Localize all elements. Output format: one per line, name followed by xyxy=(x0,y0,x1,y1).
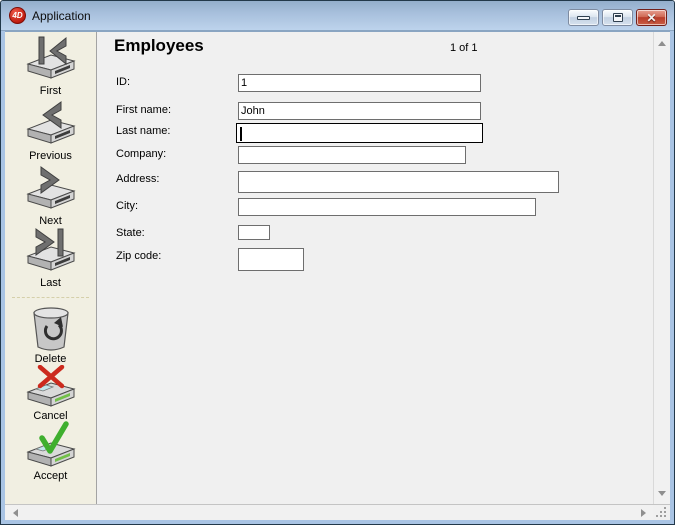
up-arrow-icon xyxy=(658,41,666,46)
accept-button[interactable]: Accept xyxy=(5,421,96,482)
cancel-icon xyxy=(25,365,77,409)
last-name-label: Last name: xyxy=(116,125,170,137)
address-input[interactable] xyxy=(238,171,559,193)
state-label: State: xyxy=(116,227,145,239)
application-window: 4D Application ✕ xyxy=(0,0,675,525)
next-record-icon xyxy=(25,164,77,214)
resize-grip-icon xyxy=(664,515,666,517)
scroll-left-arrow[interactable] xyxy=(7,505,23,520)
vertical-scrollbar[interactable] xyxy=(653,32,670,504)
city-label: City: xyxy=(116,200,138,212)
delete-record-icon xyxy=(28,304,74,352)
window-controls: ✕ xyxy=(568,9,667,26)
next-record-button[interactable]: Next xyxy=(5,164,96,227)
delete-record-label: Delete xyxy=(5,353,96,365)
title-bar[interactable]: 4D Application ✕ xyxy=(1,1,674,31)
right-arrow-icon xyxy=(641,509,646,517)
first-record-label: First xyxy=(5,85,96,97)
first-name-input[interactable] xyxy=(238,102,481,120)
first-record-icon xyxy=(25,34,77,84)
horizontal-scrollbar[interactable] xyxy=(5,504,653,520)
previous-record-button[interactable]: Previous xyxy=(5,99,96,162)
minimize-icon xyxy=(577,16,590,20)
record-counter: 1 of 1 xyxy=(450,42,478,54)
text-caret xyxy=(240,127,242,141)
city-input[interactable] xyxy=(238,198,536,216)
scroll-up-arrow[interactable] xyxy=(654,35,670,51)
scroll-right-arrow[interactable] xyxy=(635,505,651,520)
minimize-button[interactable] xyxy=(568,9,599,26)
last-record-icon xyxy=(25,226,77,276)
down-arrow-icon xyxy=(658,491,666,496)
resize-grip[interactable] xyxy=(653,504,670,520)
maximize-icon xyxy=(613,13,623,22)
close-icon: ✕ xyxy=(646,12,656,24)
company-input[interactable] xyxy=(238,146,466,164)
first-name-label: First name: xyxy=(116,104,171,116)
accept-icon xyxy=(25,421,77,469)
company-label: Company: xyxy=(116,148,166,160)
delete-record-button[interactable]: Delete xyxy=(5,304,96,365)
4d-logo-text: 4D xyxy=(12,11,22,20)
previous-record-label: Previous xyxy=(5,150,96,162)
cancel-button[interactable]: Cancel xyxy=(5,365,96,422)
maximize-button[interactable] xyxy=(602,9,633,26)
window-title: Application xyxy=(32,9,91,23)
scroll-down-arrow[interactable] xyxy=(654,485,670,501)
4d-logo-icon: 4D xyxy=(9,7,26,24)
address-label: Address: xyxy=(116,173,159,185)
id-input[interactable] xyxy=(238,74,481,92)
left-arrow-icon xyxy=(13,509,18,517)
employees-form: Employees 1 of 1 ID: First name: Last na… xyxy=(98,32,653,504)
previous-record-icon xyxy=(25,99,77,149)
record-nav-sidebar: First Previous xyxy=(5,32,97,504)
zip-code-label: Zip code: xyxy=(116,250,161,262)
last-record-button[interactable]: Last xyxy=(5,226,96,289)
id-label: ID: xyxy=(116,76,130,88)
close-button[interactable]: ✕ xyxy=(636,9,667,26)
last-record-label: Last xyxy=(5,277,96,289)
state-input[interactable] xyxy=(238,225,270,240)
form-title: Employees xyxy=(114,36,204,56)
sidebar-separator xyxy=(12,297,89,298)
client-area: First Previous xyxy=(5,31,670,520)
first-record-button[interactable]: First xyxy=(5,34,96,97)
accept-label: Accept xyxy=(5,470,96,482)
last-name-input[interactable] xyxy=(236,123,483,143)
zip-code-input[interactable] xyxy=(238,248,304,271)
